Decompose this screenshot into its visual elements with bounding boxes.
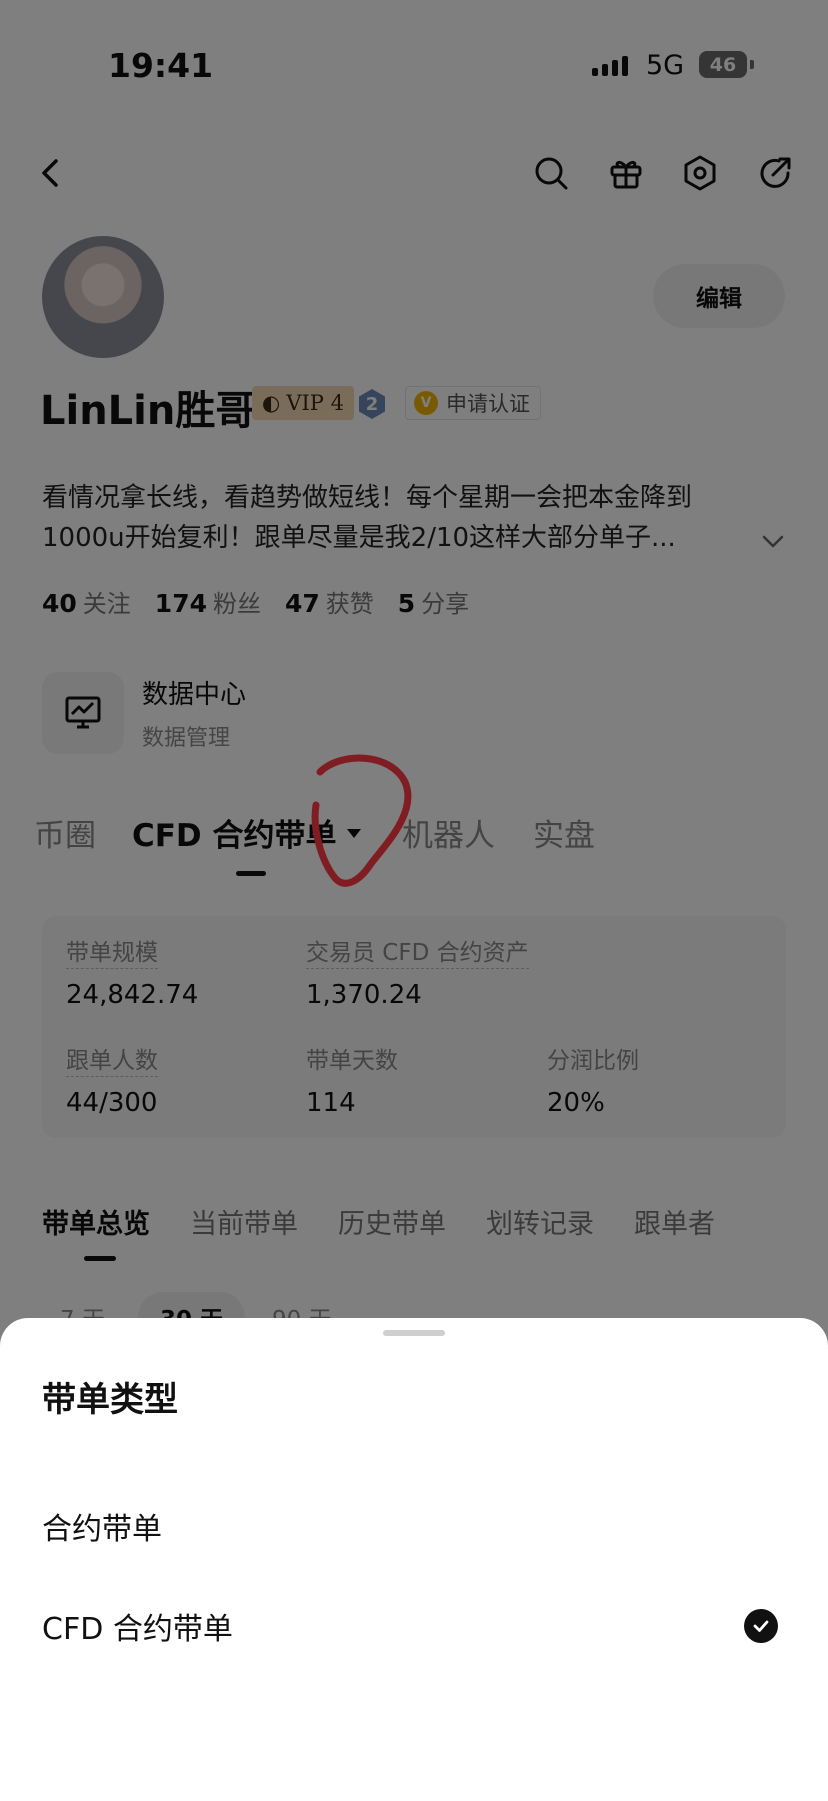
profile-page: 19:41 5G 46 编辑 LinLin胜哥 ◐ VIP 4 2 V 申请认证… bbox=[0, 0, 828, 1801]
check-icon bbox=[744, 1609, 778, 1643]
option-label: CFD 合约带单 bbox=[42, 1612, 233, 1647]
option-contract-copy[interactable]: 合约带单 bbox=[0, 1476, 828, 1576]
option-cfd-contract-copy[interactable]: CFD 合约带单 bbox=[0, 1576, 828, 1676]
sheet-title: 带单类型 bbox=[42, 1380, 178, 1420]
sheet-handle[interactable] bbox=[383, 1330, 445, 1336]
option-label: 合约带单 bbox=[42, 1512, 162, 1547]
copy-type-sheet: 带单类型 合约带单 CFD 合约带单 bbox=[0, 1318, 828, 1801]
